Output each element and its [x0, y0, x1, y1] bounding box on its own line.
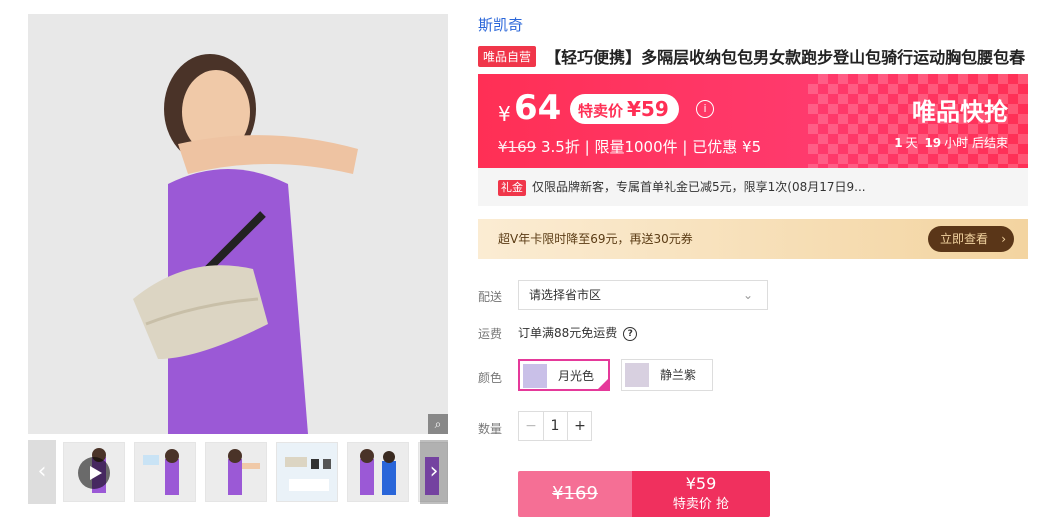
- countdown-hours: 19: [924, 136, 942, 150]
- buy-now-button[interactable]: ¥59 特卖价 抢: [632, 471, 770, 517]
- thumbnail-item[interactable]: [347, 442, 409, 502]
- check-icon: [596, 377, 610, 391]
- chevron-down-icon: ⌄: [742, 288, 753, 302]
- shipping-label: 运费: [478, 327, 503, 341]
- shipping-text: 订单满88元免运费: [518, 326, 618, 340]
- flash-sale-title: 唯品快抢: [912, 98, 1008, 126]
- view-now-label: 立即查看: [939, 232, 988, 246]
- countdown-days-label: 天: [905, 136, 918, 150]
- color-label: 颜色: [478, 371, 503, 385]
- countdown-hours-label: 小时: [944, 136, 969, 150]
- currency-symbol: ¥: [498, 102, 511, 126]
- buy-original-price: ¥169: [552, 483, 598, 504]
- color-option-purple[interactable]: 静兰紫: [621, 359, 713, 391]
- thumbnail-strip: ‹ ›: [28, 440, 448, 504]
- thumbnail-prev-button[interactable]: ‹: [28, 440, 56, 504]
- thumbnail-item[interactable]: [276, 442, 338, 502]
- quantity-stepper: − 1 +: [518, 411, 592, 441]
- separator: |: [682, 138, 688, 156]
- buy-button-group: ¥169 ¥59 特卖价 抢: [518, 471, 770, 517]
- original-price-button[interactable]: ¥169: [518, 471, 632, 517]
- help-icon[interactable]: ?: [623, 326, 638, 341]
- svip-banner: 超V年卡限时降至69元，再送30元券 立即查看 ›: [478, 219, 1028, 259]
- thumbnail-item[interactable]: [205, 442, 267, 502]
- separator: |: [584, 138, 590, 156]
- info-icon[interactable]: i: [696, 100, 714, 118]
- special-price-value: ¥59: [627, 97, 669, 121]
- increase-button[interactable]: +: [567, 412, 592, 440]
- decrease-button[interactable]: −: [519, 412, 544, 440]
- original-price: ¥169: [498, 138, 537, 156]
- product-title: 【轻巧便携】多隔层收纳包包男女款跑步登山包骑行运动胸包腰包春: [545, 48, 1026, 67]
- countdown: 1天 19 小时 后结束: [891, 134, 1008, 151]
- shipping-info: 订单满88元免运费?: [518, 324, 638, 341]
- price-panel: ¥ 64 特卖价 ¥59 i ¥169 3.5折 | 限量1000件 | 已优惠 …: [478, 74, 1028, 168]
- delivery-label: 配送: [478, 290, 503, 304]
- gift-text: 仅限品牌新客，专属首单礼金已减5元，限享1次(08月17日9...: [532, 180, 866, 194]
- brand-link[interactable]: 斯凯奇: [478, 14, 523, 35]
- zoom-icon[interactable]: ⌕: [428, 414, 448, 434]
- color-option-label: 静兰紫: [660, 368, 697, 382]
- buy-label: 特卖价 抢: [672, 497, 730, 512]
- saved-text: 已优惠 ¥5: [692, 138, 762, 156]
- main-product-image[interactable]: ⌕: [28, 14, 448, 434]
- countdown-end-label: 后结束: [971, 136, 1008, 150]
- self-operated-badge: 唯品自营: [478, 45, 537, 67]
- thumbnail-video[interactable]: [63, 442, 125, 502]
- gift-tag: 礼金: [498, 179, 526, 196]
- limit-text: 限量1000件: [594, 138, 678, 156]
- main-price: 64: [514, 88, 562, 128]
- price-subline: ¥169 3.5折 | 限量1000件 | 已优惠 ¥5: [498, 136, 761, 157]
- color-option-label: 月光色: [558, 369, 595, 383]
- quantity-label: 数量: [478, 422, 503, 436]
- view-now-button[interactable]: 立即查看 ›: [927, 226, 1014, 252]
- special-price-pill: 特卖价 ¥59: [570, 94, 679, 124]
- region-select-value: 请选择省市区: [529, 288, 602, 302]
- play-icon[interactable]: [78, 457, 110, 489]
- svip-text: 超V年卡限时降至69元，再送30元券: [498, 232, 693, 246]
- special-price-label: 特卖价: [578, 102, 624, 120]
- color-option-moonlight[interactable]: 月光色: [518, 359, 610, 391]
- countdown-days: 1: [894, 136, 903, 150]
- color-swatch: [625, 363, 649, 387]
- thumbnail-item[interactable]: [134, 442, 196, 502]
- discount-rate: 3.5折: [540, 138, 580, 156]
- product-title-row: 唯品自营 【轻巧便携】多隔层收纳包包男女款跑步登山包骑行运动胸包腰包春: [478, 44, 1038, 68]
- product-photo: [28, 14, 448, 434]
- buy-price: ¥59: [685, 474, 717, 493]
- color-swatch: [523, 364, 547, 388]
- thumbnail-next-button[interactable]: ›: [420, 440, 448, 504]
- quantity-input[interactable]: 1: [543, 412, 567, 440]
- chevron-right-icon: ›: [1001, 232, 1006, 246]
- gift-row: 礼金 仅限品牌新客，专属首单礼金已减5元，限享1次(08月17日9...: [478, 168, 1028, 206]
- region-select[interactable]: 请选择省市区 ⌄: [518, 280, 768, 310]
